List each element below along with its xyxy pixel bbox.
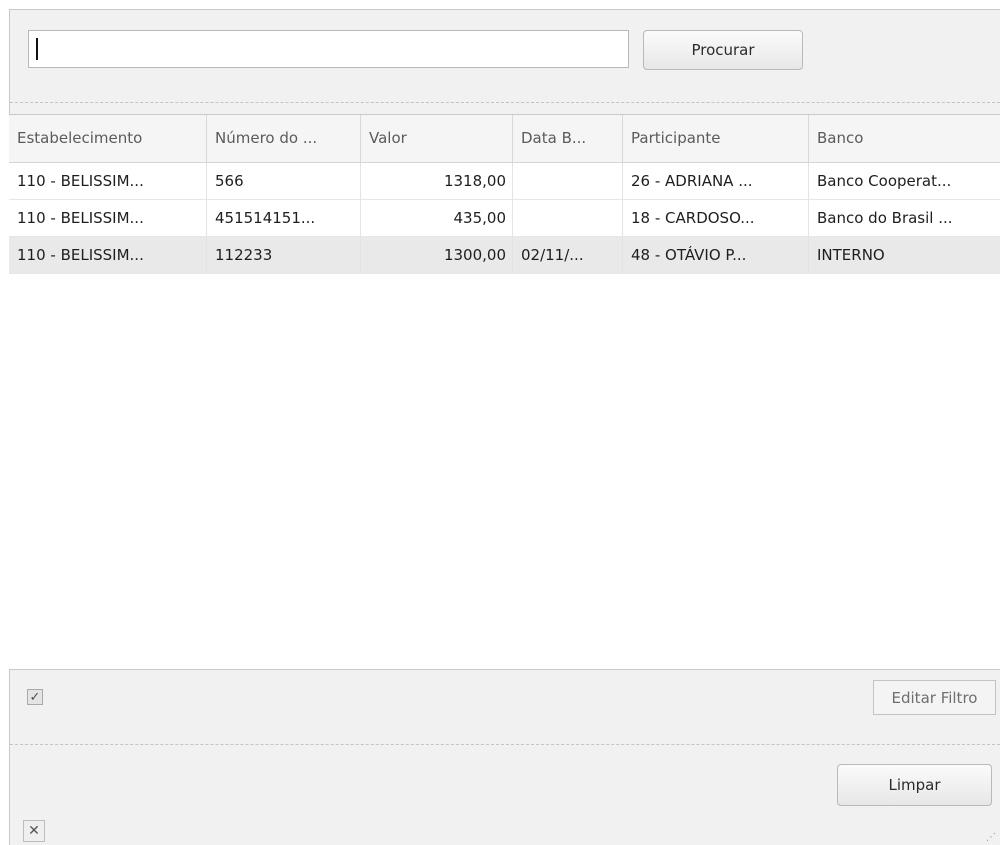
table-row-selected[interactable]: 110 - BELISSIM... 112233 1300,00 02/11/.… <box>9 237 1000 274</box>
filter-enabled-checkbox[interactable]: ✓ <box>27 689 43 705</box>
column-header-valor[interactable]: Valor <box>361 115 513 162</box>
cell-numero: 451514151... <box>207 200 361 236</box>
cell-data <box>513 163 623 199</box>
cell-numero: 566 <box>207 163 361 199</box>
cell-estabelecimento: 110 - BELISSIM... <box>9 163 207 199</box>
cell-banco: Banco do Brasil ... <box>817 209 953 227</box>
cell-banco: Banco Cooperat... <box>817 172 952 190</box>
grid-header: Estabelecimento Número do ... Valor Data… <box>9 115 1000 163</box>
cell-participante: 48 - OTÁVIO P... <box>623 237 809 273</box>
column-header-estabelecimento[interactable]: Estabelecimento <box>9 115 207 162</box>
cell-data <box>513 200 623 236</box>
edit-filter-button[interactable]: Editar Filtro <box>873 680 996 715</box>
cell-data: 02/11/... <box>513 237 623 273</box>
close-icon[interactable]: ✕ <box>23 820 45 842</box>
top-separator <box>10 102 1000 103</box>
cell-participante: 26 - ADRIANA ... <box>623 163 809 199</box>
cell-valor: 1318,00 <box>361 163 513 199</box>
text-caret <box>36 38 38 60</box>
cell-numero: 112233 <box>207 237 361 273</box>
table-row[interactable]: 110 - BELISSIM... 566 1318,00 26 - ADRIA… <box>9 163 1000 200</box>
column-header-banco[interactable]: Banco <box>809 115 1000 162</box>
resize-grip-icon[interactable]: ⋰ <box>986 832 996 843</box>
cell-valor: 1300,00 <box>361 237 513 273</box>
cell-participante: 18 - CARDOSO... <box>623 200 809 236</box>
column-header-participante[interactable]: Participante <box>623 115 809 162</box>
bottom-separator <box>10 744 1000 745</box>
search-input[interactable] <box>28 30 629 68</box>
column-header-numero[interactable]: Número do ... <box>207 115 361 162</box>
cell-estabelecimento: 110 - BELISSIM... <box>9 200 207 236</box>
clear-button[interactable]: Limpar <box>837 764 992 806</box>
cell-banco: INTERNO <box>817 246 885 264</box>
results-grid[interactable]: Estabelecimento Número do ... Valor Data… <box>9 114 1000 670</box>
table-row[interactable]: 110 - BELISSIM... 451514151... 435,00 18… <box>9 200 1000 237</box>
search-button[interactable]: Procurar <box>643 30 803 70</box>
column-header-data[interactable]: Data B... <box>513 115 623 162</box>
cell-valor: 435,00 <box>361 200 513 236</box>
cell-estabelecimento: 110 - BELISSIM... <box>9 237 207 273</box>
